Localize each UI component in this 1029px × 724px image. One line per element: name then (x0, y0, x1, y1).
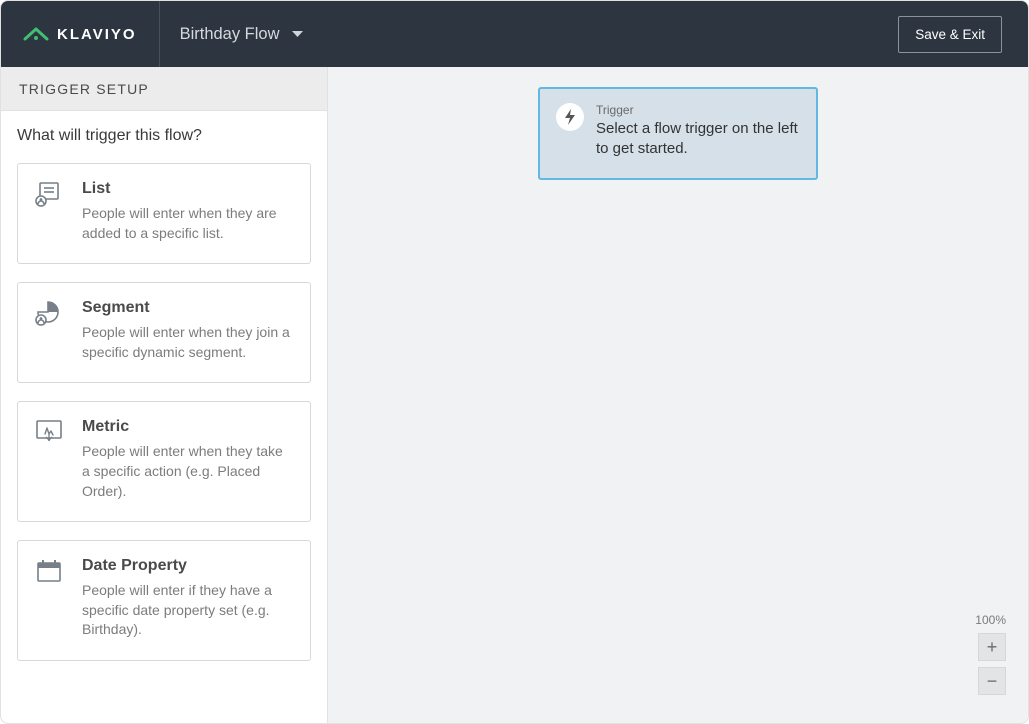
trigger-option-metric[interactable]: Metric People will enter when they take … (17, 401, 311, 522)
option-desc: People will enter when they join a speci… (82, 323, 294, 362)
brand-name: KLAVIYO (57, 26, 137, 43)
option-title: Date Property (82, 557, 294, 575)
zoom-controls: 100% + − (975, 613, 1006, 695)
option-title: Metric (82, 418, 294, 436)
trigger-prompt: What will trigger this flow? (17, 127, 311, 145)
panel-title: TRIGGER SETUP (1, 67, 327, 111)
option-desc: People will enter when they take a speci… (82, 442, 294, 501)
lightning-icon (556, 103, 584, 131)
zoom-out-button[interactable]: − (978, 667, 1006, 695)
metric-icon (34, 419, 64, 449)
segment-icon (34, 300, 64, 330)
logo-mark-icon (23, 25, 49, 43)
zoom-level: 100% (975, 613, 1006, 627)
save-and-exit-button[interactable]: Save & Exit (898, 16, 1002, 53)
trigger-node[interactable]: Trigger Select a flow trigger on the lef… (538, 87, 818, 180)
date-property-icon (34, 558, 64, 588)
flow-name-dropdown[interactable]: Birthday Flow (160, 25, 303, 44)
trigger-node-text: Select a flow trigger on the left to get… (596, 119, 800, 160)
option-title: List (82, 180, 294, 198)
app-header: KLAVIYO Birthday Flow Save & Exit (1, 1, 1028, 67)
trigger-setup-panel: TRIGGER SETUP What will trigger this flo… (1, 67, 328, 723)
chevron-down-icon (292, 31, 303, 38)
option-title: Segment (82, 299, 294, 317)
list-icon (34, 181, 64, 211)
trigger-option-segment[interactable]: Segment People will enter when they join… (17, 282, 311, 383)
flow-name-label: Birthday Flow (180, 25, 280, 44)
flow-canvas[interactable]: Trigger Select a flow trigger on the lef… (328, 67, 1028, 723)
trigger-option-list[interactable]: List People will enter when they are add… (17, 163, 311, 264)
trigger-option-date-property[interactable]: Date Property People will enter if they … (17, 540, 311, 661)
trigger-node-label: Trigger (596, 103, 800, 117)
brand-logo[interactable]: KLAVIYO (1, 1, 160, 67)
option-desc: People will enter when they are added to… (82, 204, 294, 243)
zoom-in-button[interactable]: + (978, 633, 1006, 661)
option-desc: People will enter if they have a specifi… (82, 581, 294, 640)
